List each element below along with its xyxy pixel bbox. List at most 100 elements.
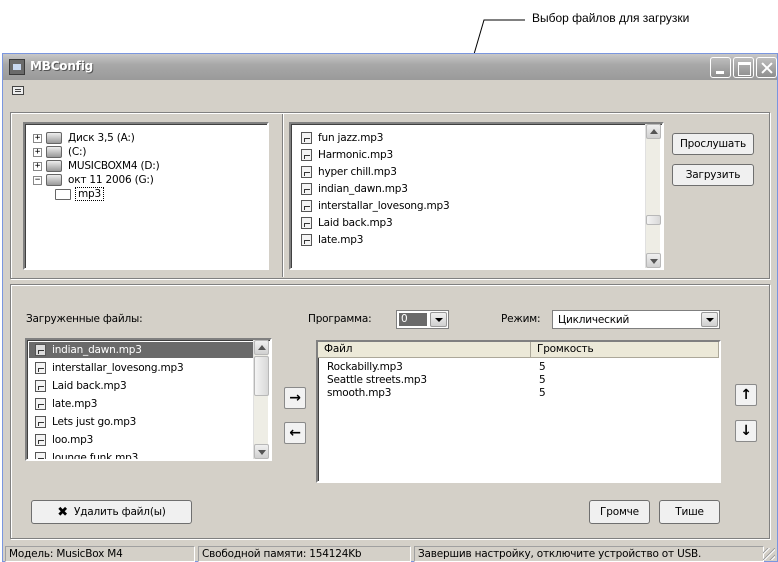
annotation-label: Выбор файлов для загрузки bbox=[532, 11, 690, 25]
minimize-button[interactable] bbox=[710, 57, 731, 78]
tree-item-label: Диск 3,5 (A:) bbox=[68, 132, 135, 144]
list-item[interactable]: loo.mp3 bbox=[35, 432, 93, 448]
audio-file-icon bbox=[301, 234, 312, 246]
loaded-files-label: Загруженные файлы: bbox=[26, 313, 143, 325]
status-bar: Модель: MusicBox M4 Свободной памяти: 15… bbox=[3, 544, 777, 562]
list-item[interactable]: late.mp3 bbox=[301, 232, 363, 248]
arrow-up-icon: ↑ bbox=[740, 387, 752, 403]
list-item[interactable]: hyper chill.mp3 bbox=[301, 164, 397, 180]
app-icon bbox=[9, 59, 25, 75]
list-item[interactable]: interstallar_lovesong.mp3 bbox=[35, 360, 184, 376]
add-to-playlist-button[interactable]: → bbox=[284, 387, 306, 409]
arrow-left-icon: ← bbox=[289, 425, 301, 441]
cell-file: Rockabilly.mp3 bbox=[327, 361, 403, 373]
chevron-down-icon[interactable] bbox=[701, 312, 718, 327]
tree-item-label: MUSICBOXM4 (D:) bbox=[68, 160, 160, 172]
audio-file-icon bbox=[301, 132, 312, 144]
hard-drive-icon bbox=[46, 160, 62, 172]
expand-icon[interactable]: + bbox=[33, 133, 42, 143]
floppy-drive-icon bbox=[46, 132, 62, 144]
list-item[interactable]: fun jazz.mp3 bbox=[301, 130, 383, 146]
window-title: MBConfig bbox=[30, 59, 94, 73]
audio-file-icon bbox=[35, 380, 46, 392]
resize-grip-icon[interactable] bbox=[763, 548, 775, 560]
louder-button[interactable]: Громче bbox=[589, 500, 650, 524]
hard-drive-icon bbox=[46, 146, 62, 158]
scroll-thumb[interactable] bbox=[254, 356, 269, 396]
status-hint: Завершив настройку, отключите устройство… bbox=[414, 546, 764, 562]
maximize-button[interactable] bbox=[733, 57, 754, 78]
audio-file-icon bbox=[35, 434, 46, 446]
program-label: Программа: bbox=[308, 313, 372, 325]
expand-icon[interactable]: + bbox=[33, 147, 42, 157]
list-item[interactable]: Harmonic.mp3 bbox=[301, 147, 393, 163]
list-item[interactable]: indian_dawn.mp3 bbox=[301, 181, 408, 197]
tree-item-drive-d[interactable]: + MUSICBOXM4 (D:) bbox=[33, 159, 162, 173]
delete-files-label: Удалить файл(ы) bbox=[74, 506, 166, 518]
system-menu-icon[interactable] bbox=[12, 86, 24, 95]
scroll-thumb[interactable] bbox=[646, 215, 661, 225]
audio-file-icon bbox=[301, 166, 312, 178]
tree-item-label: (C:) bbox=[68, 146, 87, 158]
program-value: 0 bbox=[399, 313, 427, 326]
column-header-file[interactable]: Файл bbox=[318, 342, 531, 358]
scroll-up-icon[interactable] bbox=[646, 124, 661, 139]
remove-from-playlist-button[interactable]: ← bbox=[284, 422, 306, 444]
loaded-file-list[interactable]: indian_dawn.mp3 interstallar_lovesong.mp… bbox=[25, 338, 272, 461]
list-item[interactable]: lounge funk.mp3 bbox=[35, 450, 138, 459]
scroll-up-icon[interactable] bbox=[254, 340, 269, 355]
audio-file-icon bbox=[35, 344, 46, 356]
source-list-scrollbar[interactable] bbox=[645, 124, 661, 268]
audio-file-icon bbox=[301, 149, 312, 161]
source-file-list[interactable]: fun jazz.mp3 Harmonic.mp3 hyper chill.mp… bbox=[289, 122, 664, 270]
column-header-volume[interactable]: Громкость bbox=[531, 342, 719, 358]
cell-volume: 5 bbox=[539, 387, 546, 399]
tree-item-folder-mp3[interactable]: mp3 bbox=[55, 187, 104, 201]
menu-bar bbox=[3, 80, 777, 102]
mode-value: Циклический bbox=[558, 314, 630, 326]
close-button[interactable] bbox=[756, 57, 777, 78]
expand-icon[interactable]: + bbox=[33, 161, 42, 171]
arrow-right-icon: → bbox=[289, 390, 301, 406]
delete-x-icon: ✖ bbox=[57, 504, 68, 520]
audio-file-icon bbox=[301, 200, 312, 212]
status-free-memory: Свободной памяти: 154124Kb bbox=[198, 546, 411, 562]
list-item[interactable]: Laid back.mp3 bbox=[301, 215, 393, 231]
playlist-table[interactable]: Файл Громкость Rockabilly.mp3 5 Seattle … bbox=[316, 340, 721, 483]
list-item-selected[interactable]: indian_dawn.mp3 bbox=[29, 342, 253, 358]
audio-file-icon bbox=[301, 217, 312, 229]
cell-file: smooth.mp3 bbox=[327, 387, 392, 399]
list-item[interactable]: late.mp3 bbox=[35, 396, 97, 412]
scroll-down-icon[interactable] bbox=[254, 444, 269, 459]
audio-file-icon bbox=[35, 452, 46, 459]
list-item[interactable]: interstallar_lovesong.mp3 bbox=[301, 198, 450, 214]
folder-tree[interactable]: + Диск 3,5 (A:) + (C:) + MUSICBOXM4 (D:)… bbox=[23, 122, 269, 270]
folder-icon bbox=[55, 188, 71, 200]
mode-label: Режим: bbox=[501, 313, 541, 325]
status-model: Модель: MusicBox M4 bbox=[5, 546, 195, 562]
audio-file-icon bbox=[35, 398, 46, 410]
scroll-down-icon[interactable] bbox=[646, 253, 661, 268]
loaded-list-scrollbar[interactable] bbox=[253, 340, 269, 459]
collapse-icon[interactable]: − bbox=[33, 175, 42, 185]
audio-file-icon bbox=[35, 416, 46, 428]
load-button[interactable]: Загрузить bbox=[672, 164, 754, 186]
move-up-button[interactable]: ↑ bbox=[735, 384, 757, 406]
title-bar[interactable]: MBConfig bbox=[3, 54, 777, 80]
list-item[interactable]: Lets just go.mp3 bbox=[35, 414, 136, 430]
program-select[interactable]: 0 bbox=[396, 310, 449, 329]
quieter-button[interactable]: Тише bbox=[659, 500, 720, 524]
delete-files-button[interactable]: ✖ Удалить файл(ы) bbox=[31, 500, 192, 524]
move-down-button[interactable]: ↓ bbox=[735, 420, 757, 442]
list-item[interactable]: Laid back.mp3 bbox=[35, 378, 127, 394]
chevron-down-icon[interactable] bbox=[430, 312, 447, 327]
table-header: Файл Громкость bbox=[318, 342, 719, 358]
tree-item-label: окт 11 2006 (G:) bbox=[68, 174, 154, 186]
tree-item-drive-a[interactable]: + Диск 3,5 (A:) bbox=[33, 131, 137, 145]
listen-button[interactable]: Прослушать bbox=[672, 133, 754, 155]
cell-file: Seattle streets.mp3 bbox=[327, 374, 427, 386]
tree-item-drive-g[interactable]: − окт 11 2006 (G:) bbox=[33, 173, 156, 187]
top-panel-divider bbox=[282, 114, 284, 277]
mode-select[interactable]: Циклический bbox=[552, 310, 720, 329]
tree-item-drive-c[interactable]: + (C:) bbox=[33, 145, 88, 159]
